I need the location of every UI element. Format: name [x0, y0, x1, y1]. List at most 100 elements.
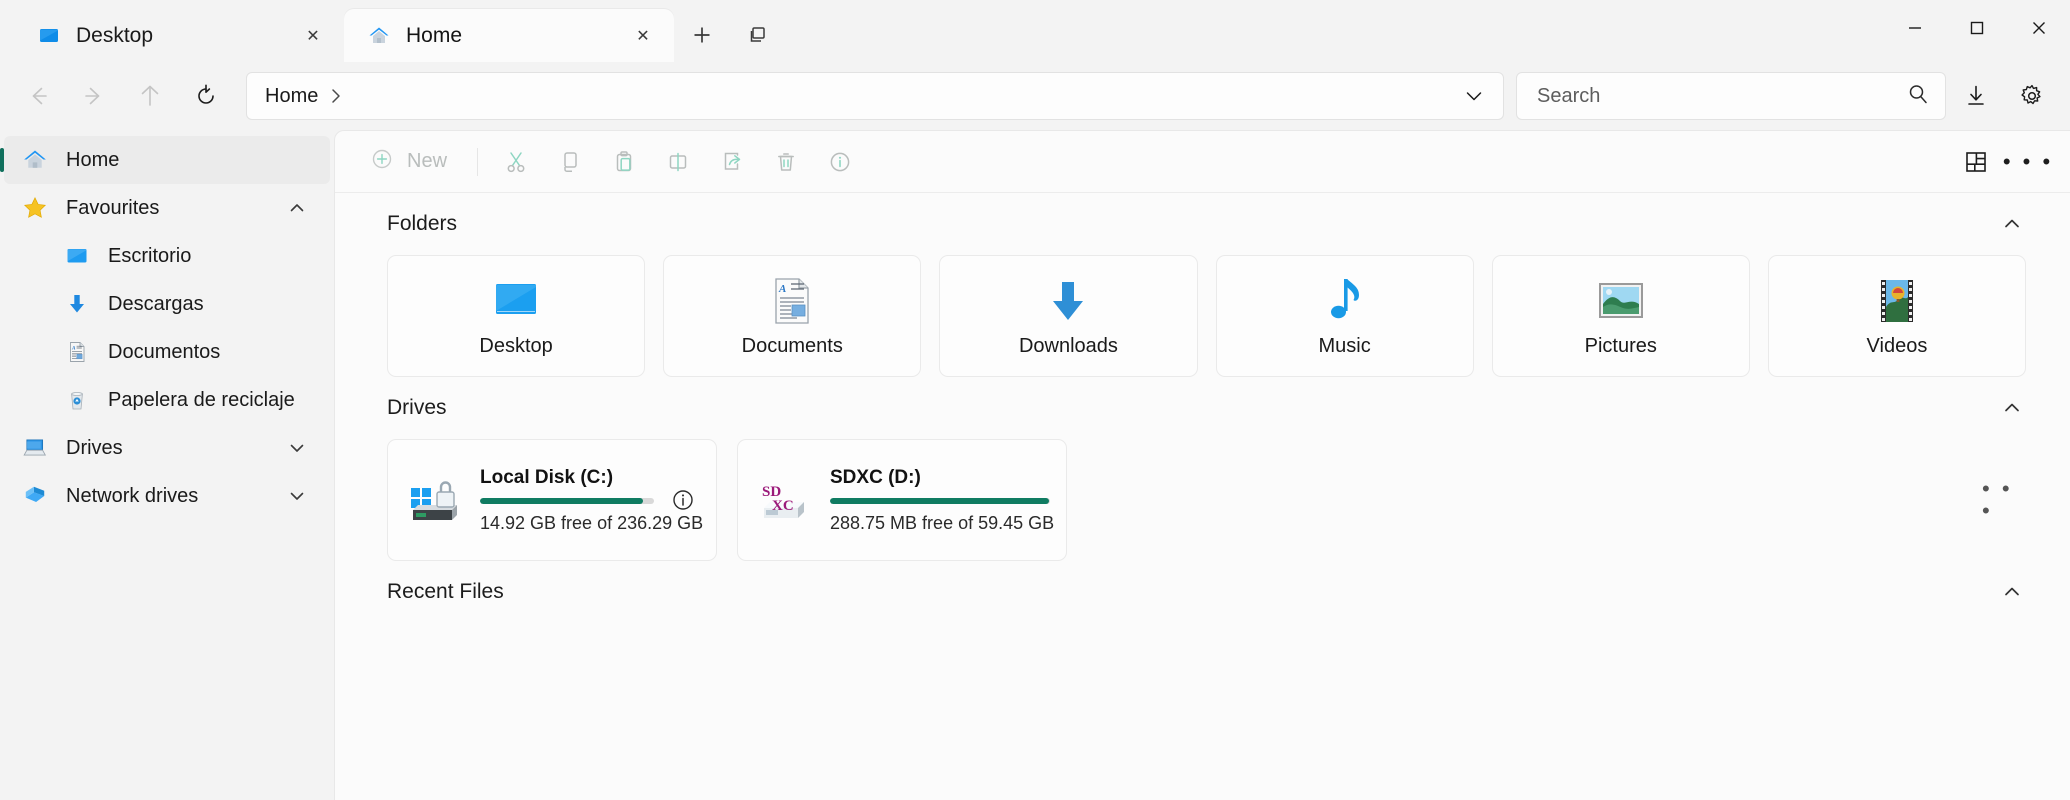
- desktop-icon: [488, 275, 544, 327]
- up-button[interactable]: [126, 72, 174, 120]
- chevron-down-icon[interactable]: [280, 431, 314, 465]
- command-bar: New: [335, 131, 2070, 193]
- search-box[interactable]: [1516, 72, 1946, 120]
- file-explorer-window: Desktop ✕ Home ✕: [0, 0, 2070, 800]
- documents-icon: A: [764, 275, 820, 327]
- more-options-button[interactable]: • • •: [2002, 141, 2054, 183]
- folder-card-videos[interactable]: Videos: [1768, 255, 2026, 377]
- sidebar-item-favourites[interactable]: Favourites: [4, 184, 330, 232]
- tab-desktop[interactable]: Desktop ✕: [14, 9, 344, 62]
- drive-usage-bar: [830, 498, 1050, 504]
- refresh-button[interactable]: [182, 72, 230, 120]
- drive-usage-bar: [480, 498, 654, 504]
- share-icon: [718, 148, 746, 176]
- drive-info-block: Local Disk (C:) 14.92 GB free of 236.29 …: [480, 467, 654, 534]
- documents-icon: A: [62, 337, 92, 367]
- chevron-up-icon[interactable]: [1992, 572, 2032, 612]
- copy-button[interactable]: [546, 141, 594, 183]
- settings-button[interactable]: [2006, 72, 2058, 120]
- chevron-up-icon[interactable]: [280, 191, 314, 225]
- window-body: Home Favourites: [0, 130, 2070, 800]
- sidebar-item-label: Home: [66, 149, 119, 172]
- tab-list-button[interactable]: [736, 13, 780, 57]
- maximize-icon: [1965, 16, 1989, 40]
- drive-usage-fill: [830, 498, 1049, 504]
- tab-close-button[interactable]: ✕: [296, 19, 330, 53]
- chevron-up-icon[interactable]: [1992, 204, 2032, 244]
- refresh-icon: [193, 83, 219, 109]
- section-title: Recent Files: [387, 580, 504, 604]
- arrow-up-icon: [137, 83, 163, 109]
- drive-name: SDXC (D:): [830, 467, 1050, 489]
- properties-button[interactable]: [816, 141, 864, 183]
- arrow-right-icon: [81, 83, 107, 109]
- sidebar-item-network-drives[interactable]: Network drives: [4, 472, 330, 520]
- window-controls: [1884, 0, 2070, 56]
- minimize-button[interactable]: [1884, 0, 1946, 56]
- section-header-folders[interactable]: Folders: [363, 193, 2044, 255]
- drive-card-sdxc-d[interactable]: SD XC SDXC (D:) 288.75 MB free of 59.45 …: [737, 439, 1067, 561]
- view-button[interactable]: [1950, 141, 2002, 183]
- search-input[interactable]: [1537, 85, 1905, 108]
- tab-home[interactable]: Home ✕: [344, 9, 674, 62]
- music-icon: [1317, 275, 1373, 327]
- rename-icon: [664, 148, 692, 176]
- info-icon: [669, 486, 697, 514]
- sidebar-item-home[interactable]: Home: [4, 136, 330, 184]
- home-icon: [366, 23, 392, 49]
- address-dropdown-button[interactable]: [1451, 74, 1497, 118]
- close-button[interactable]: [2008, 0, 2070, 56]
- tab-close-button[interactable]: ✕: [626, 19, 660, 53]
- cut-button[interactable]: [492, 141, 540, 183]
- downloads-icon: [1040, 275, 1096, 327]
- plus-icon: [690, 23, 714, 47]
- drives-more-button[interactable]: • • •: [1982, 439, 2026, 561]
- selection-accent-bar: [0, 148, 4, 172]
- address-bar[interactable]: Home: [246, 72, 1504, 120]
- sidebar-item-label: Papelera de reciclaje: [108, 389, 295, 412]
- chevron-up-icon[interactable]: [1992, 388, 2032, 428]
- section-header-recent-files[interactable]: Recent Files: [363, 561, 2044, 623]
- folder-label: Music: [1318, 335, 1370, 358]
- network-drives-icon: [20, 481, 50, 511]
- new-tab-button[interactable]: [680, 13, 724, 57]
- folder-card-pictures[interactable]: Pictures: [1492, 255, 1750, 377]
- sidebar-item-descargas[interactable]: Descargas: [4, 280, 330, 328]
- arrow-left-icon: [25, 83, 51, 109]
- sidebar-item-papelera-de-reciclaje[interactable]: Papelera de reciclaje: [4, 376, 330, 424]
- chevron-down-icon[interactable]: [280, 479, 314, 513]
- rename-button[interactable]: [654, 141, 702, 183]
- downloads-button[interactable]: [1950, 72, 2002, 120]
- new-button[interactable]: New: [353, 141, 463, 183]
- tab-label: Home: [406, 24, 612, 48]
- sidebar-item-label: Escritorio: [108, 245, 191, 268]
- sidebar-item-documentos[interactable]: A Documentos: [4, 328, 330, 376]
- folder-card-music[interactable]: Music: [1216, 255, 1474, 377]
- forward-button[interactable]: [70, 72, 118, 120]
- recycle-bin-icon: [62, 385, 92, 415]
- sidebar-item-label: Documentos: [108, 341, 220, 364]
- maximize-button[interactable]: [1946, 0, 2008, 56]
- folder-card-downloads[interactable]: Downloads: [939, 255, 1197, 377]
- paste-button[interactable]: [600, 141, 648, 183]
- sidebar-item-label: Favourites: [66, 197, 159, 220]
- section-header-drives[interactable]: Drives: [363, 377, 2044, 439]
- section-title: Drives: [387, 396, 447, 420]
- home-icon: [20, 145, 50, 175]
- share-button[interactable]: [708, 141, 756, 183]
- drive-card-local-disk-c[interactable]: Local Disk (C:) 14.92 GB free of 236.29 …: [387, 439, 717, 561]
- folder-label: Pictures: [1585, 335, 1657, 358]
- folder-card-desktop[interactable]: Desktop: [387, 255, 645, 377]
- content-pane: New: [334, 130, 2070, 800]
- delete-button[interactable]: [762, 141, 810, 183]
- drive-details-button[interactable]: [666, 483, 700, 517]
- tab-label: Desktop: [76, 24, 282, 48]
- sidebar-item-escritorio[interactable]: Escritorio: [4, 232, 330, 280]
- breadcrumb-item-home[interactable]: Home: [265, 85, 318, 108]
- copy-icon: [556, 148, 584, 176]
- folder-card-documents[interactable]: A Documents: [663, 255, 921, 377]
- content-scroll-area: Folders Desktop: [335, 193, 2070, 800]
- search-icon[interactable]: [1905, 81, 1931, 112]
- sidebar-item-drives[interactable]: Drives: [4, 424, 330, 472]
- back-button[interactable]: [14, 72, 62, 120]
